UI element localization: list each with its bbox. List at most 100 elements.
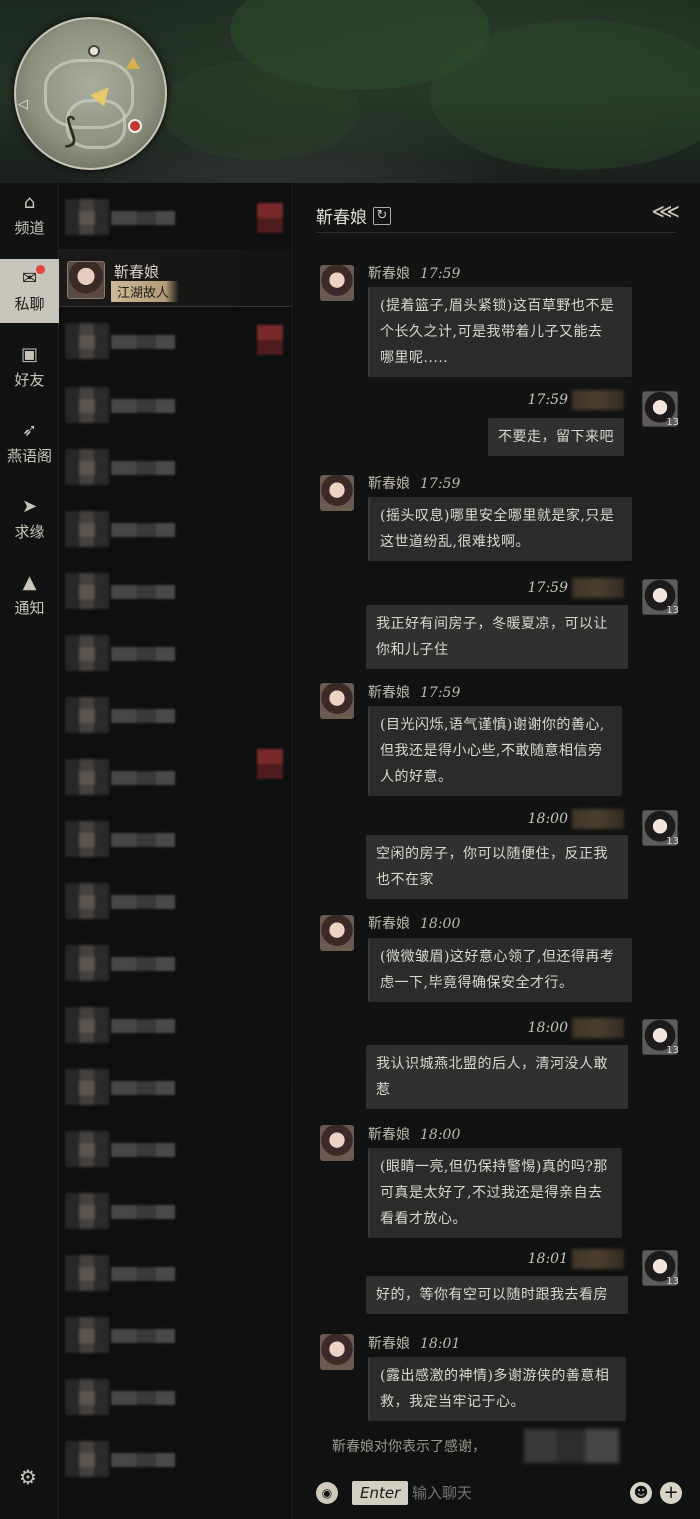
message-time: 17:59 [420, 476, 461, 492]
plus-icon[interactable]: + [660, 1482, 682, 1504]
contact-item[interactable] [59, 1183, 292, 1239]
avatar [65, 387, 109, 423]
message-bubble[interactable]: (露出感激的神情)多谢游侠的善意相 救，我定当牢记于心。 [368, 1357, 626, 1421]
contact-item[interactable] [59, 1059, 292, 1115]
waypoint-icon [88, 45, 100, 57]
avatar: 13 [642, 391, 679, 428]
contact-item[interactable] [59, 935, 292, 991]
gear-icon[interactable]: ⚙ [19, 1465, 37, 1489]
contact-name: 靳春娘 [114, 263, 160, 281]
contact-name [111, 1391, 175, 1405]
message-meta: 18:01 [474, 1249, 624, 1269]
chat-input[interactable] [412, 1479, 612, 1507]
divider [316, 232, 676, 233]
contact-item[interactable] [59, 501, 292, 557]
contact-card-icon: ▣ [20, 343, 38, 365]
message-bubble[interactable]: (摇头叹息)哪里安全哪里就是家,只是 这世道纷乱,很难找啊。 [368, 497, 632, 561]
avatar: 13 [642, 579, 679, 616]
contact-list[interactable]: 靳春娘 江湖故人 [59, 183, 293, 1519]
collapse-panel-icon[interactable]: ⋘ [652, 199, 680, 223]
contact-item[interactable] [59, 563, 292, 619]
message-line: 虑一下,毕竟得确保安全才行。 [380, 975, 574, 991]
contact-item[interactable] [59, 189, 292, 245]
contact-item[interactable] [59, 439, 292, 495]
avatar [65, 1255, 109, 1291]
sender-name-redacted [572, 390, 624, 410]
avatar [65, 323, 109, 359]
message-meta: 17:59 [474, 578, 624, 598]
avatar [65, 573, 109, 609]
contact-item[interactable] [59, 1369, 292, 1425]
contact-item[interactable] [59, 313, 292, 369]
contact-item[interactable] [59, 1121, 292, 1177]
message-bubble[interactable]: 好的，等你有空可以随时跟我去看房 [366, 1276, 628, 1314]
message-meta: 靳春娘 17:59 [368, 263, 460, 283]
message-line: (露出感激的神情)多谢游侠的善意相 [380, 1368, 610, 1384]
avatar [65, 1379, 109, 1415]
game-scene: ⟆ ◁ [0, 0, 700, 183]
message-bubble[interactable]: (目光闪烁,语气谨慎)谢谢你的善心, 但我还是得小心些,不敢随意相信旁 人的好意… [368, 706, 622, 796]
contact-item[interactable] [59, 1307, 292, 1363]
contact-item[interactable] [59, 1245, 292, 1301]
message-meta: 靳春娘 18:00 [368, 913, 460, 933]
nav-item-seek-fate[interactable]: ➤ 求缘 [0, 487, 59, 551]
message-line: 不要走，留下来吧 [498, 429, 614, 445]
emoji-icon[interactable]: ☻ [630, 1482, 652, 1504]
nav-item-label: 通知 [14, 598, 45, 617]
minimap[interactable]: ⟆ ◁ [14, 17, 167, 170]
message-time: 18:00 [420, 1127, 461, 1143]
contact-item[interactable] [59, 1431, 292, 1487]
message-line: 救，我定当牢记于心。 [380, 1394, 525, 1410]
level-badge: 13 [666, 417, 679, 428]
nav-item-channel[interactable]: ⌂ 频道 [0, 183, 59, 247]
level-badge: 13 [666, 1045, 679, 1056]
message-line: (摇头叹息)哪里安全哪里就是家,只是 [380, 508, 615, 524]
contact-item[interactable] [59, 749, 292, 805]
message-line: 我认识城燕北盟的后人，清河没人敢 [376, 1056, 608, 1072]
message-time: 18:00 [420, 916, 461, 932]
contact-name [111, 1081, 175, 1095]
contact-name [111, 1453, 175, 1467]
enter-key-hint: Enter [352, 1481, 409, 1505]
avatar [65, 883, 109, 919]
nav-item-yanyu-pavilion[interactable]: ➶ 燕语阁 [0, 411, 59, 475]
nav-item-private-chat[interactable]: ✉ 私聊 [0, 259, 59, 323]
message-bubble[interactable]: (眼睛一亮,但仍保持警惕)真的吗?那 可真是太好了,不过我还是得亲自去 看看才放… [368, 1148, 622, 1238]
contact-item[interactable] [59, 377, 292, 433]
nav-item-label: 好友 [14, 370, 45, 389]
avatar: 13 [642, 1019, 679, 1056]
message-line: 个长久之计,可是我带着儿子又能去 [380, 324, 603, 340]
contact-item[interactable] [59, 873, 292, 929]
message-line: 看看才放心。 [380, 1211, 467, 1227]
nav-item-notifications[interactable]: ▲ 通知 [0, 563, 59, 627]
contact-item[interactable] [59, 997, 292, 1053]
contact-item-active[interactable]: 靳春娘 江湖故人 [59, 249, 292, 307]
message-bubble[interactable]: 不要走，留下来吧 [488, 418, 624, 456]
message-line: 但我还是得小心些,不敢随意相信旁 [380, 743, 603, 759]
refresh-icon[interactable]: ↻ [373, 206, 391, 225]
nav-item-label: 私聊 [14, 294, 45, 313]
contact-item[interactable] [59, 811, 292, 867]
unread-badge [36, 264, 46, 274]
message-line: 人的好意。 [380, 769, 453, 785]
contact-item[interactable] [59, 625, 292, 681]
message-bubble[interactable]: 我认识城燕北盟的后人，清河没人敢 惹 [366, 1045, 628, 1109]
nav-item-friends[interactable]: ▣ 好友 [0, 335, 59, 399]
message-line: 我正好有间房子，冬暖夏凉，可以让 [376, 616, 608, 632]
message-bubble[interactable]: 空闲的房子，你可以随便住，反正我 也不在家 [366, 835, 628, 899]
avatar [65, 1131, 109, 1167]
message-bubble[interactable]: (微微皱眉)这好意心领了,但还得再考 虑一下,毕竟得确保安全才行。 [368, 938, 632, 1002]
contact-item[interactable] [59, 687, 292, 743]
avatar [320, 475, 354, 511]
avatar [320, 1334, 354, 1370]
voice-icon[interactable]: ◉ [316, 1482, 338, 1504]
contact-name [111, 771, 175, 785]
contact-name [111, 709, 175, 723]
message-line: 也不在家 [376, 872, 434, 888]
avatar [320, 265, 354, 301]
message-meta: 靳春娘 18:00 [368, 1124, 460, 1144]
contact-name [111, 335, 175, 349]
message-bubble[interactable]: (提着篮子,眉头紧锁)这百草野也不是 个长久之计,可是我带着儿子又能去 哪里呢.… [368, 287, 632, 377]
avatar [65, 821, 109, 857]
message-bubble[interactable]: 我正好有间房子，冬暖夏凉，可以让 你和儿子住 [366, 605, 628, 669]
